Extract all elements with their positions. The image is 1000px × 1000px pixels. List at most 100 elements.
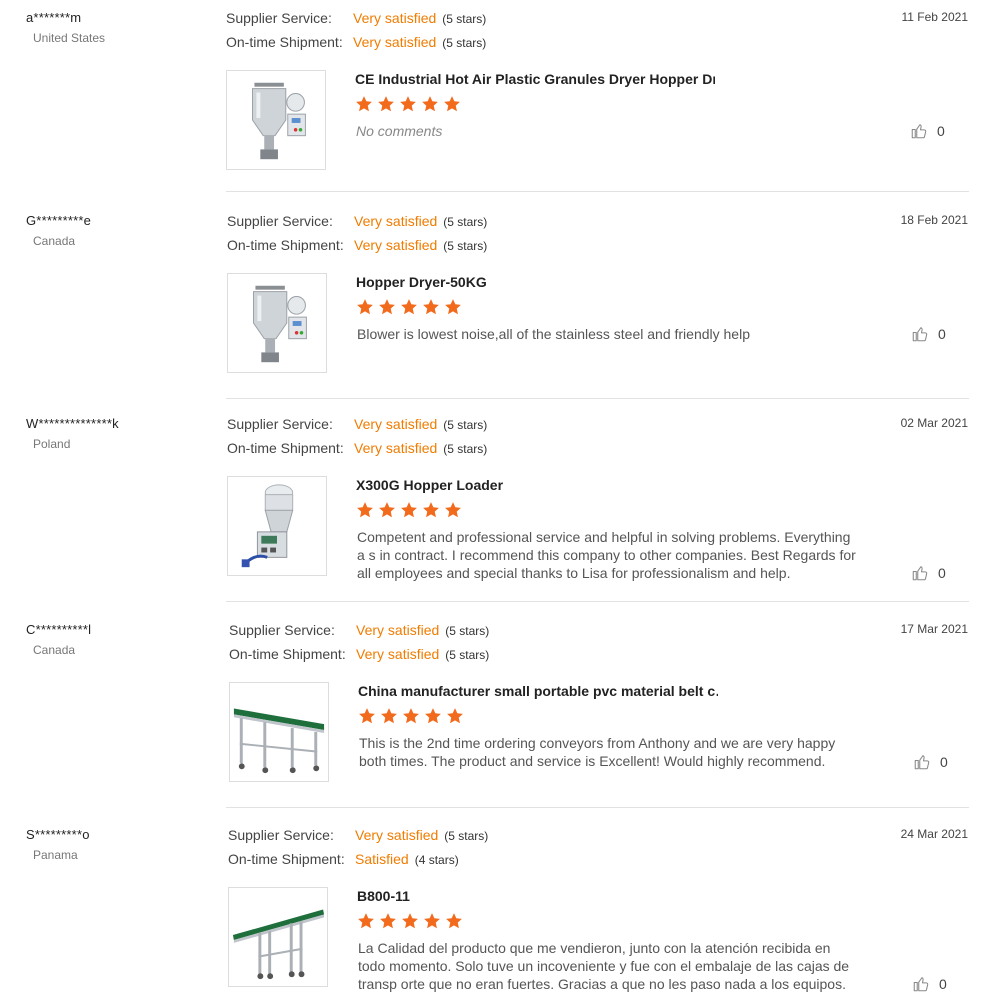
star-icon: [444, 501, 462, 519]
like-count: 0: [938, 565, 946, 581]
reviewer-country: United States: [33, 31, 106, 45]
ontime-shipment-label: On-time Shipment:: [226, 34, 343, 50]
star-icon: [356, 501, 374, 519]
star-icon: [424, 707, 442, 725]
supplier-service-rating: Supplier Service: Very satisfied (5 stars): [228, 827, 488, 843]
product-thumbnail[interactable]: [227, 476, 327, 576]
reviewer-name: W**************k: [26, 416, 119, 431]
ontime-shipment-value: Very satisfied: [356, 646, 440, 662]
ontime-shipment-value: Very satisfied: [354, 440, 438, 456]
star-icon: [422, 501, 440, 519]
ontime-shipment-stars: (5 stars): [442, 36, 487, 50]
reviews-list: a*******m United States Supplier Service: V…: [0, 0, 1000, 1000]
like-button[interactable]: 0: [911, 564, 946, 582]
supplier-service-stars: (5 stars): [443, 418, 488, 432]
product-title-link[interactable]: Hopper Dryer-50KG: [356, 274, 716, 290]
like-button[interactable]: 0: [913, 753, 948, 771]
supplier-service-rating: Supplier Service: Very satisfied (5 stars): [227, 213, 487, 229]
ontime-shipment-value: Satisfied: [355, 851, 409, 867]
star-icon: [355, 95, 373, 113]
star-icon: [400, 298, 418, 316]
supplier-service-stars: (5 stars): [444, 829, 489, 843]
like-count: 0: [937, 123, 945, 139]
review-date: 18 Feb 2021: [900, 213, 968, 227]
reviewer-country: Panama: [33, 848, 78, 862]
like-button[interactable]: 0: [911, 325, 946, 343]
ontime-shipment-rating: On-time Shipment: Very satisfied (5 stars): [227, 237, 487, 253]
star-icon: [444, 298, 462, 316]
star-icon: [379, 912, 397, 930]
reviewer-name: C**********l: [26, 622, 92, 637]
like-button[interactable]: 0: [910, 122, 945, 140]
review-divider: [226, 807, 969, 808]
ontime-shipment-label: On-time Shipment:: [228, 851, 345, 867]
product-title-link[interactable]: X300G Hopper Loader: [356, 477, 716, 493]
star-icon: [357, 912, 375, 930]
star-icon: [378, 298, 396, 316]
product-thumbnail[interactable]: [228, 887, 328, 987]
review-comment: La Calidad del producto que me vendieron…: [358, 940, 850, 992]
supplier-service-stars: (5 stars): [445, 624, 490, 638]
star-icon: [358, 707, 376, 725]
review-comment: Blower is lowest noise,all of the stainl…: [357, 326, 750, 342]
review-divider: [226, 191, 969, 192]
review-date: 02 Mar 2021: [900, 416, 968, 430]
like-count: 0: [938, 326, 946, 342]
star-icon: [423, 912, 441, 930]
supplier-service-value: Very satisfied: [354, 416, 438, 432]
supplier-service-label: Supplier Service:: [228, 827, 334, 843]
ontime-shipment-stars: (5 stars): [443, 442, 488, 456]
thumbs-up-icon: [911, 325, 929, 343]
reviewer-name: S*********o: [26, 827, 90, 842]
supplier-service-value: Very satisfied: [353, 10, 437, 26]
ontime-shipment-label: On-time Shipment:: [227, 237, 344, 253]
star-icon: [400, 501, 418, 519]
product-title-link[interactable]: China manufacturer small portable pvc ma…: [358, 683, 718, 699]
ontime-shipment-rating: On-time Shipment: Very satisfied (5 stars): [227, 440, 487, 456]
star-icon: [377, 95, 395, 113]
review-comment: No comments: [356, 123, 443, 139]
star-icon: [421, 95, 439, 113]
thumbs-up-icon: [913, 753, 931, 771]
review-divider: [226, 601, 969, 602]
supplier-service-value: Very satisfied: [355, 827, 439, 843]
ontime-shipment-value: Very satisfied: [354, 237, 438, 253]
ontime-shipment-rating: On-time Shipment: Very satisfied (5 stars): [229, 646, 489, 662]
product-rating-stars: [356, 298, 462, 316]
belt-conveyor-image: [230, 683, 328, 781]
supplier-service-rating: Supplier Service: Very satisfied (5 stars): [226, 10, 486, 26]
reviewer-name: G*********e: [26, 213, 92, 228]
product-thumbnail[interactable]: [227, 273, 327, 373]
reviewer-name: a*******m: [26, 10, 82, 25]
supplier-service-value: Very satisfied: [354, 213, 438, 229]
star-icon: [399, 95, 417, 113]
product-title-link[interactable]: CE Industrial Hot Air Plastic Granules D…: [355, 71, 715, 87]
star-icon: [443, 95, 461, 113]
thumbs-up-icon: [912, 975, 930, 993]
review-date: 17 Mar 2021: [900, 622, 968, 636]
product-thumbnail[interactable]: [229, 682, 329, 782]
thumbs-up-icon: [910, 122, 928, 140]
supplier-service-stars: (5 stars): [443, 215, 488, 229]
product-title-link[interactable]: B800-11: [357, 888, 717, 904]
star-icon: [356, 298, 374, 316]
star-icon: [422, 298, 440, 316]
star-icon: [402, 707, 420, 725]
review-date: 11 Feb 2021: [901, 10, 969, 24]
supplier-service-label: Supplier Service:: [227, 213, 333, 229]
reviewer-country: Canada: [33, 643, 76, 657]
product-thumbnail[interactable]: [226, 70, 326, 170]
star-icon: [401, 912, 419, 930]
hopper-dryer-image: [228, 274, 326, 372]
hopper-loader-image: [228, 477, 326, 575]
ontime-shipment-value: Very satisfied: [353, 34, 437, 50]
product-rating-stars: [356, 501, 462, 519]
star-icon: [445, 912, 463, 930]
review-comment: Competent and professional service and h…: [357, 529, 856, 581]
like-button[interactable]: 0: [912, 975, 947, 993]
like-count: 0: [939, 976, 947, 992]
like-count: 0: [940, 754, 948, 770]
ontime-shipment-stars: (5 stars): [445, 648, 490, 662]
reviewer-country: Canada: [33, 234, 76, 248]
hopper-dryer-image: [227, 71, 325, 169]
